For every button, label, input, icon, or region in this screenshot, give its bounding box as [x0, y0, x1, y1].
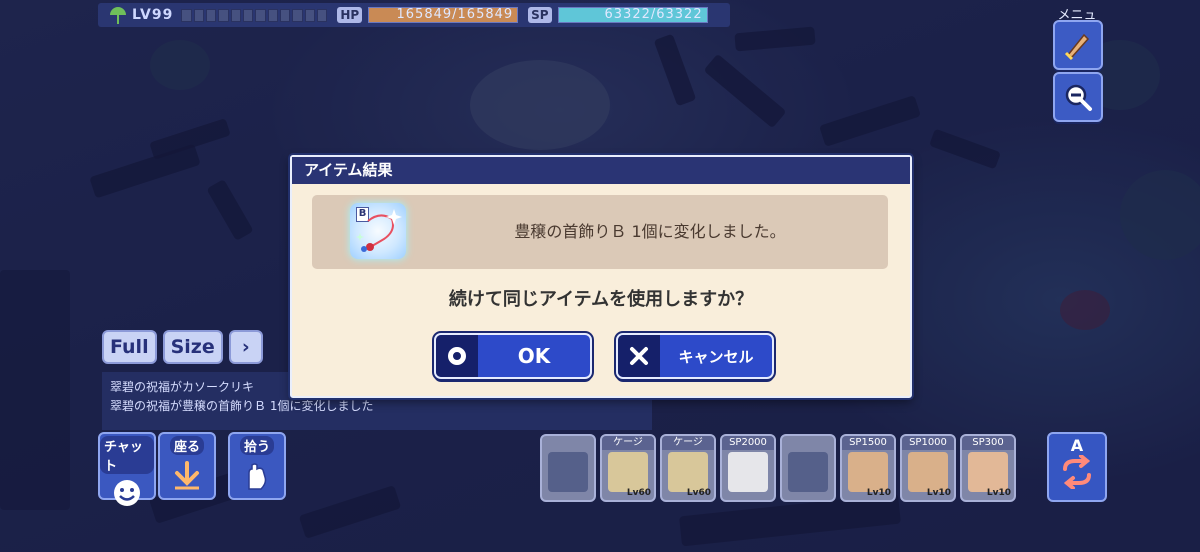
sp-tag: SP — [528, 7, 552, 23]
hp-bar: 165849/165849 — [368, 7, 519, 23]
item-result-dialog: アイテム結果 B 豊穣の首飾りＢ 1個に変化しました。 続けて同じアイテムを使用… — [290, 155, 912, 398]
confirm-question: 続けて同じアイテムを使用しますか？ — [448, 289, 754, 310]
auto-button[interactable]: A — [1047, 432, 1107, 502]
hp-value: 165849/165849 — [396, 7, 514, 22]
sp-value: 63322/63322 — [604, 7, 703, 22]
skill-slot-cost: ケージ — [662, 436, 714, 450]
skill-slot-cost: ケージ — [602, 436, 654, 450]
skill-slot[interactable]: SP2000 — [720, 434, 776, 502]
skill-slot-icon — [908, 452, 948, 492]
hp-tag: HP — [337, 7, 363, 23]
skill-slot-icon — [848, 452, 888, 492]
exp-gauge — [181, 8, 328, 22]
skill-slot-cost: SP300 — [962, 436, 1014, 450]
sprout-icon — [108, 6, 128, 24]
sit-action-button[interactable]: 座る — [158, 432, 216, 500]
result-message: 豊穣の首飾りＢ 1個に変化しました。 — [514, 222, 786, 241]
skill-slot-level: Lv10 — [926, 488, 951, 498]
skill-slot-icon — [668, 452, 708, 492]
circle-icon — [436, 335, 478, 377]
skill-slot-icon — [968, 452, 1008, 492]
cancel-button-label: キャンセル — [678, 347, 754, 366]
skill-slot-cost: SP1000 — [902, 436, 954, 450]
chat-size-button[interactable]: Size — [162, 330, 223, 364]
auto-button-label: A — [1070, 436, 1084, 455]
chat-expand-button[interactable]: › — [228, 330, 263, 364]
skill-slot-icon — [608, 452, 648, 492]
chat-action-button[interactable]: チャット — [98, 432, 156, 506]
menu-button[interactable] — [1053, 20, 1103, 70]
skill-slot[interactable]: SP1000 Lv10 — [900, 434, 956, 502]
cross-icon — [618, 335, 660, 377]
swap-icon — [1063, 454, 1091, 490]
skill-slot[interactable]: ケージ Lv60 — [660, 434, 716, 502]
skill-slot-icon — [788, 452, 828, 492]
result-box: B 豊穣の首飾りＢ 1個に変化しました。 — [312, 195, 888, 269]
skill-slot-cost: SP1500 — [842, 436, 894, 450]
zoom-out-button[interactable] — [1053, 72, 1103, 122]
level-label: LV99 — [132, 7, 174, 23]
skill-slot-level: Lv60 — [686, 488, 711, 498]
zoom-out-icon — [1065, 84, 1092, 111]
chat-log-line: 翠碧の祝福が豊穣の首飾りＢ 1個に変化しました — [110, 399, 374, 413]
glove-icon — [239, 459, 275, 493]
sp-bar: 63322/63322 — [557, 7, 708, 23]
necklace-item-icon: B — [350, 203, 406, 259]
sword-menu-icon — [1064, 33, 1090, 61]
skill-slot-level: Lv60 — [626, 488, 651, 498]
chat-full-button[interactable]: Full — [102, 330, 157, 364]
skill-slot[interactable]: SP1500 Lv10 — [840, 434, 896, 502]
pickup-action-button[interactable]: 拾う — [228, 432, 286, 500]
skill-slot-cost: SP2000 — [722, 436, 774, 450]
skill-slot[interactable]: ケージ Lv60 — [600, 434, 656, 502]
skill-slot-icon — [548, 452, 588, 492]
skill-slot[interactable] — [540, 434, 596, 502]
skill-slot[interactable] — [780, 434, 836, 502]
skill-slot-level: Lv10 — [986, 488, 1011, 498]
sit-arrow-icon — [169, 459, 205, 493]
status-bar: LV99 HP 165849/165849 SP 63322/63322 — [98, 3, 730, 27]
cancel-button[interactable]: キャンセル — [616, 333, 774, 379]
skill-slot-level: Lv10 — [866, 488, 891, 498]
sit-action-label: 座る — [169, 436, 204, 455]
pickup-action-label: 拾う — [239, 436, 274, 455]
chat-action-label: チャット — [100, 436, 154, 474]
chat-controls: Full Size › — [102, 330, 263, 364]
dialog-title: アイテム結果 — [292, 157, 910, 184]
ok-button-label: OK — [517, 344, 551, 368]
skill-slot[interactable]: SP300 Lv10 — [960, 434, 1016, 502]
skill-slot-icon — [728, 452, 768, 492]
ok-button[interactable]: OK — [434, 333, 592, 379]
smiley-icon — [109, 478, 145, 508]
